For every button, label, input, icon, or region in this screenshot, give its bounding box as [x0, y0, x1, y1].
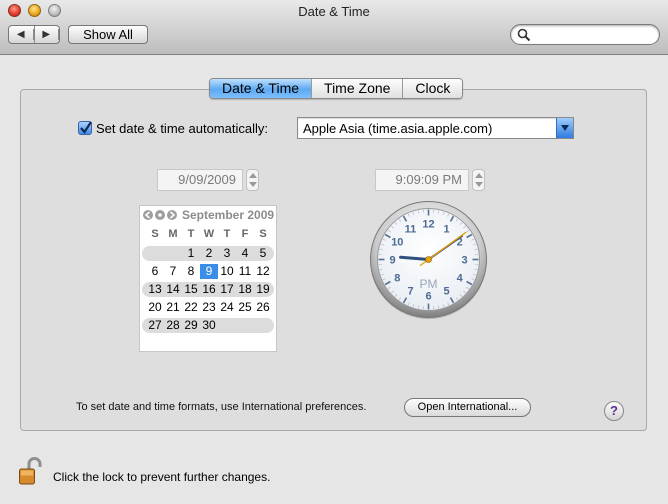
search-field[interactable] — [510, 24, 660, 45]
calendar-day[interactable]: 29 — [182, 318, 200, 333]
clock-numeral: 5 — [443, 286, 449, 298]
lock-icon[interactable] — [18, 456, 42, 486]
calendar-day[interactable]: 22 — [182, 300, 200, 315]
calendar-weekday-header: F — [241, 228, 249, 240]
help-button[interactable]: ? — [604, 401, 624, 421]
calendar-day[interactable]: 13 — [146, 282, 164, 297]
search-icon — [517, 28, 531, 42]
tab-bar: Date & Time Time Zone Clock — [209, 78, 464, 99]
calendar-prev-month-button[interactable] — [143, 210, 153, 220]
calendar-day[interactable]: 30 — [200, 318, 218, 333]
calendar-weekday-header: S — [259, 228, 267, 240]
back-button[interactable]: ◀ — [9, 26, 35, 43]
calendar-day[interactable]: 27 — [146, 318, 164, 333]
date-field[interactable]: 9/09/2009 — [157, 169, 243, 191]
calendar-weekday-header: T — [223, 228, 231, 240]
search-input[interactable] — [533, 27, 653, 42]
analog-clock: 12 1234567891011 PM — [370, 201, 487, 319]
calendar-today-button[interactable] — [155, 210, 165, 220]
clock-ampm-label: PM — [420, 277, 438, 291]
calendar-day[interactable]: 23 — [200, 300, 218, 315]
calendar-weekday-header: T — [187, 228, 195, 240]
window-title: Date & Time — [298, 4, 370, 19]
step-down-icon — [249, 182, 257, 187]
clock-center-cap — [425, 256, 432, 263]
clock-numeral: 12 — [422, 219, 434, 231]
forward-arrow-icon: ▶ — [35, 29, 59, 40]
calendar-day-selected[interactable]: 9 — [200, 264, 218, 279]
time-stepper[interactable] — [472, 169, 485, 191]
calendar-day[interactable]: 7 — [164, 264, 182, 279]
calendar-day[interactable]: 20 — [146, 300, 164, 315]
clock-numeral: 7 — [407, 286, 413, 298]
calendar-day[interactable]: 6 — [146, 264, 164, 279]
clock-numeral: 8 — [394, 273, 400, 285]
calendar-day[interactable]: 1 — [182, 246, 200, 261]
calendar-day[interactable]: 25 — [236, 300, 254, 315]
calendar-next-month-button[interactable] — [167, 210, 177, 220]
time-server-dropdown-arrow[interactable] — [556, 118, 573, 138]
auto-date-time-checkbox[interactable] — [78, 121, 92, 135]
checkmark-icon — [80, 121, 92, 134]
calendar-day[interactable]: 16 — [200, 282, 218, 297]
show-all-button[interactable]: Show All — [68, 25, 148, 44]
step-down-icon — [475, 182, 483, 187]
calendar[interactable]: September 2009 S M T W T F S 1 2 3 4 5 6 7 8 9 10 11 12 13 1… — [139, 205, 277, 352]
back-forward-control: ◀ ▶ — [8, 25, 60, 44]
calendar-day[interactable]: 2 — [200, 246, 218, 261]
tab-time-zone[interactable]: Time Zone — [311, 79, 403, 98]
calendar-day[interactable]: 28 — [164, 318, 182, 333]
calendar-day[interactable]: 11 — [236, 264, 254, 279]
clock-numeral: 4 — [457, 273, 464, 285]
lock-message: Click the lock to prevent further change… — [53, 470, 271, 484]
back-arrow-icon: ◀ — [9, 29, 34, 40]
today-dot-icon — [158, 213, 162, 217]
calendar-day[interactable]: 17 — [218, 282, 236, 297]
auto-date-time-label: Set date & time automatically: — [96, 121, 268, 136]
calendar-month-label: September 2009 — [182, 208, 275, 222]
tab-date-time[interactable]: Date & Time — [210, 79, 312, 98]
calendar-day[interactable]: 12 — [254, 264, 272, 279]
calendar-day[interactable]: 10 — [218, 264, 236, 279]
chevron-down-icon — [561, 125, 569, 131]
chevron-left-icon — [144, 211, 150, 219]
calendar-day[interactable]: 4 — [236, 246, 254, 261]
clock-numeral: 3 — [461, 255, 467, 267]
open-international-button[interactable]: Open International... — [404, 398, 531, 417]
preferences-panel — [20, 89, 647, 431]
calendar-day[interactable]: 19 — [254, 282, 272, 297]
time-field[interactable]: 9:09:09 PM — [375, 169, 469, 191]
calendar-weekday-header: M — [168, 228, 178, 240]
time-server-select[interactable]: Apple Asia (time.asia.apple.com) — [297, 117, 574, 139]
calendar-weekday-header: S — [151, 228, 159, 240]
calendar-day[interactable]: 26 — [254, 300, 272, 315]
tab-clock[interactable]: Clock — [402, 79, 463, 98]
calendar-day[interactable]: 18 — [236, 282, 254, 297]
forward-button[interactable]: ▶ — [35, 26, 59, 43]
date-stepper[interactable] — [246, 169, 259, 191]
calendar-day[interactable]: 15 — [182, 282, 200, 297]
clock-numeral: 9 — [389, 255, 395, 267]
calendar-day[interactable]: 8 — [182, 264, 200, 279]
step-up-icon — [475, 173, 483, 178]
chevron-right-icon — [170, 211, 176, 219]
time-server-value: Apple Asia (time.asia.apple.com) — [303, 121, 493, 136]
clock-numeral: 10 — [391, 237, 403, 249]
clock-numeral: 1 — [443, 223, 449, 235]
calendar-day[interactable]: 21 — [164, 300, 182, 315]
step-up-icon — [249, 173, 257, 178]
formats-hint-text: To set date and time formats, use Intern… — [76, 401, 367, 413]
clock-numeral: 6 — [425, 291, 431, 303]
clock-numeral: 11 — [405, 223, 417, 235]
calendar-weekday-header: W — [203, 228, 215, 240]
calendar-day[interactable]: 3 — [218, 246, 236, 261]
calendar-day[interactable]: 14 — [164, 282, 182, 297]
calendar-day[interactable]: 5 — [254, 246, 272, 261]
calendar-day[interactable]: 24 — [218, 300, 236, 315]
